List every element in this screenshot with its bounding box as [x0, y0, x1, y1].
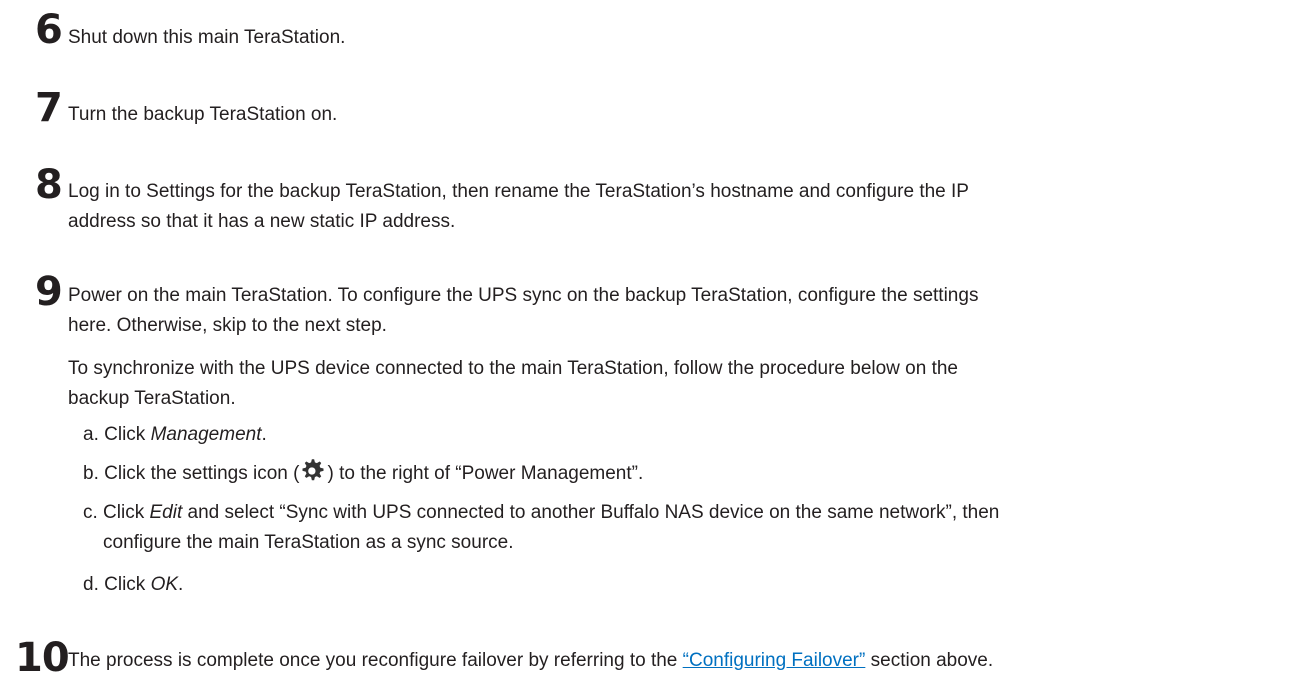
step-number: 8 — [35, 162, 63, 208]
step-paragraph: To synchronize with the UPS device conne… — [68, 354, 1268, 414]
substep-text: and select “Sync with UPS connected to a… — [182, 502, 1000, 523]
paragraph-line: backup TeraStation. — [68, 388, 236, 409]
substep-text: . — [178, 574, 184, 595]
substep-text: . — [261, 424, 267, 445]
step-text: Log in to Settings for the backup TeraSt… — [68, 177, 1268, 237]
paragraph-line: To synchronize with the UPS device conne… — [68, 358, 959, 379]
ui-term-management: Management — [150, 424, 262, 445]
substep-text: a. Click — [83, 424, 151, 445]
substep-continuation: configure the main TeraStation as a sync… — [103, 532, 514, 553]
step-text-segment: section above. — [865, 650, 994, 671]
step-text-line: here. Otherwise, skip to the next step. — [68, 315, 387, 336]
step-text: Turn the backup TeraStation on. — [68, 104, 338, 125]
step-text: The process is complete once you reconfi… — [68, 646, 1268, 676]
step-text: Shut down this main TeraStation. — [68, 27, 346, 48]
step-text-line: Log in to Settings for the backup TeraSt… — [68, 181, 969, 202]
gear-icon — [299, 457, 327, 485]
step-text-segment: The process is complete once you reconfi… — [68, 650, 683, 671]
substep-a: a. Click Management. — [83, 420, 1283, 450]
substep-text: b. Click the settings icon ( — [83, 463, 300, 484]
substep-d: d. Click OK. — [83, 570, 1283, 600]
step-number: 10 — [15, 635, 70, 681]
step-text-line: address so that it has a new static IP a… — [68, 211, 456, 232]
substep-text: ) to the right of “Power Management”. — [327, 463, 644, 484]
substep-c: c. Click Edit and select “Sync with UPS … — [83, 498, 1283, 558]
configuring-failover-link[interactable]: “Configuring Failover” — [683, 650, 866, 671]
substep-text: c. Click — [83, 502, 150, 523]
step-number: 6 — [35, 7, 63, 53]
step-number: 7 — [35, 85, 63, 131]
ui-term-ok: OK — [150, 574, 179, 595]
substep-text: d. Click — [83, 574, 151, 595]
ui-term-edit: Edit — [149, 502, 183, 523]
step-number: 9 — [35, 269, 63, 315]
step-text-line: Power on the main TeraStation. To config… — [68, 285, 979, 306]
step-text: Power on the main TeraStation. To config… — [68, 281, 1268, 341]
substep-b: b. Click the settings icon ( ) to the rig… — [83, 457, 1283, 489]
